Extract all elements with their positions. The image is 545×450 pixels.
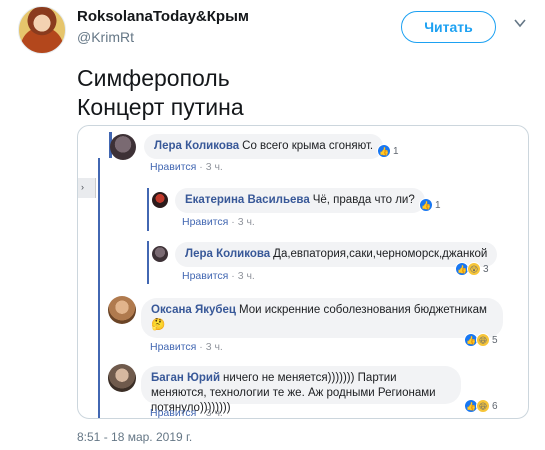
comment-text: Со всего крыма сгоняют. bbox=[242, 140, 374, 152]
reaction-count: 6 bbox=[492, 400, 498, 412]
tweet-text-line: Концерт путина bbox=[77, 94, 244, 120]
comment-bubble: Лера Коликова Да,евпатория,саки,черноморс… bbox=[175, 242, 498, 267]
comment-author[interactable]: Баган Юрий bbox=[151, 372, 220, 384]
comment-time[interactable]: 3 ч. bbox=[238, 270, 255, 282]
tweet-media-image[interactable]: › Лера Коликова Со всего крыма сгоняют. 👍… bbox=[77, 125, 529, 419]
comment-bubble: Лера Коликова Со всего крыма сгоняют. bbox=[144, 134, 384, 159]
collapse-tab: › bbox=[78, 178, 96, 198]
follow-button[interactable]: Читать bbox=[401, 11, 496, 43]
reaction-count: 1 bbox=[393, 145, 399, 157]
thread-bar bbox=[98, 158, 100, 418]
avatar[interactable] bbox=[108, 364, 136, 392]
comment-text: Мои искренние соболезнования бюджетникам bbox=[239, 304, 487, 316]
avatar[interactable] bbox=[110, 134, 136, 160]
reactions[interactable]: 👍 1 bbox=[419, 198, 441, 212]
thread-bar bbox=[147, 241, 149, 284]
comment-author[interactable]: Лера Коликова bbox=[185, 248, 270, 260]
user-handle[interactable]: @KrimRt bbox=[77, 29, 134, 45]
comment-meta: Нравится · 3 ч. bbox=[150, 161, 223, 173]
comment-text: Чё, правда что ли? bbox=[312, 194, 415, 206]
comment-author[interactable]: Лера Коликова bbox=[154, 140, 239, 152]
like-link[interactable]: Нравится bbox=[150, 161, 196, 173]
display-name[interactable]: RoksolanaToday&Крым bbox=[77, 8, 249, 25]
reaction-count: 1 bbox=[435, 199, 441, 211]
like-reaction-icon: 👍 bbox=[419, 198, 433, 212]
comment-bubble: Екатерина Васильева Чё, правда что ли? bbox=[175, 188, 425, 213]
tweet-text: Симферополь Концерт путина bbox=[77, 64, 244, 122]
comment-meta: Нравится · 3 ч. bbox=[150, 341, 223, 353]
reactions[interactable]: 👍 😆 5 bbox=[464, 333, 498, 347]
thinking-emoji-icon: 🤔 bbox=[151, 319, 166, 331]
like-reaction-icon: 👍 bbox=[377, 144, 391, 158]
comment-meta: Нравится · 3 ч. bbox=[182, 270, 255, 282]
comment-bubble: Оксана Якубец Мои искренние соболезновани… bbox=[141, 298, 503, 338]
tweet-text-line: Симферополь bbox=[77, 65, 230, 91]
comment-author[interactable]: Екатерина Васильева bbox=[185, 194, 310, 206]
comment-time[interactable]: 3 ч. bbox=[206, 341, 223, 353]
comment-time[interactable]: 3 ч. bbox=[206, 161, 223, 173]
chevron-down-icon[interactable] bbox=[513, 16, 527, 30]
like-link[interactable]: Нравится bbox=[182, 270, 228, 282]
reactions[interactable]: 👍 😮 3 bbox=[455, 262, 489, 276]
reactions[interactable]: 👍 1 bbox=[377, 144, 399, 158]
haha-reaction-icon: 😆 bbox=[476, 399, 490, 413]
like-link[interactable]: Нравится bbox=[150, 341, 196, 353]
wow-reaction-icon: 😮 bbox=[467, 262, 481, 276]
comment-time[interactable]: 3 ч. bbox=[206, 407, 223, 418]
avatar[interactable] bbox=[108, 296, 136, 324]
thread-bar bbox=[147, 188, 149, 231]
like-link[interactable]: Нравится bbox=[150, 407, 196, 418]
comment-meta: Нравится · 3 ч. bbox=[182, 216, 255, 228]
reaction-count: 5 bbox=[492, 334, 498, 346]
reactions[interactable]: 👍 😆 6 bbox=[464, 399, 498, 413]
tweet-timestamp[interactable]: 8:51 - 18 мар. 2019 г. bbox=[77, 430, 192, 444]
haha-reaction-icon: 😆 bbox=[476, 333, 490, 347]
like-link[interactable]: Нравится bbox=[182, 216, 228, 228]
avatar[interactable] bbox=[152, 246, 168, 262]
comment-bubble: Баган Юрий ничего не меняется))))))) Парт… bbox=[141, 366, 461, 414]
comment-author[interactable]: Оксана Якубец bbox=[151, 304, 236, 316]
comment-time[interactable]: 3 ч. bbox=[238, 216, 255, 228]
user-avatar[interactable] bbox=[18, 6, 66, 54]
reaction-count: 3 bbox=[483, 263, 489, 275]
avatar[interactable] bbox=[152, 192, 168, 208]
comment-text: Да,евпатория,саки,черноморск,джанкой bbox=[273, 248, 488, 260]
comment-meta: Нравится · 3 ч. bbox=[150, 407, 223, 419]
